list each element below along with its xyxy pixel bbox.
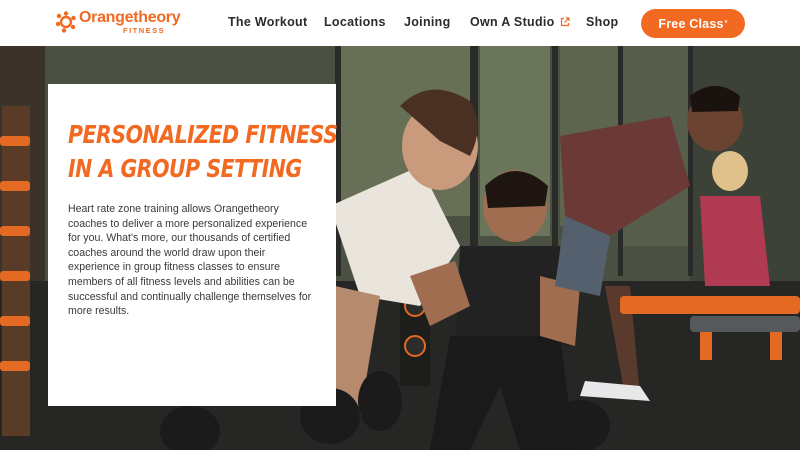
hero-title: Personalized Fitness in a Group Setting [68,120,338,183]
nav-link-joining[interactable]: Joining [404,15,451,29]
hero-content-card: Personalized Fitness in a Group Setting … [48,84,338,406]
site-header: Orangetheory FITNESS The Workout Locatio… [0,0,800,46]
nav-link-the-workout[interactable]: The Workout [228,15,307,29]
nav-link-shop[interactable]: Shop [586,15,618,29]
hero-description: Heart rate zone training allows Orangeth… [68,203,312,318]
free-class-button[interactable]: Free Class * [641,9,745,38]
external-link-icon [560,17,570,27]
brand-subtitle: FITNESS [123,26,166,35]
orangetheory-logo[interactable]: Orangetheory FITNESS [55,9,181,35]
free-class-label: Free Class [658,16,724,31]
nav-link-own-a-studio-label: Own A Studio [470,15,555,29]
brand-name: Orangetheory [79,9,181,26]
free-class-asterisk: * [724,20,728,27]
nav-link-locations[interactable]: Locations [324,15,386,29]
nav-link-own-a-studio[interactable]: Own A Studio [470,15,570,29]
splat-logo-icon [55,11,76,33]
